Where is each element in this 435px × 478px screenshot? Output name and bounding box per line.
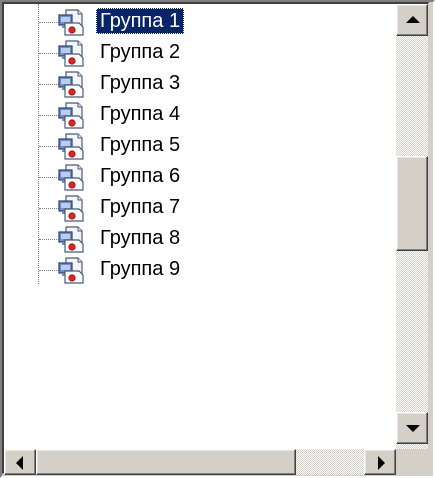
tree-item-label[interactable]: Группа 3 <box>96 70 184 96</box>
group-document-icon <box>57 224 85 254</box>
tree-item[interactable]: Группа 8 <box>4 224 396 254</box>
vertical-scroll-thumb[interactable] <box>396 156 428 252</box>
tree-branch-line <box>39 270 59 271</box>
tree-item-label[interactable]: Группа 4 <box>96 101 184 127</box>
tree-branch-line <box>39 146 59 147</box>
horizontal-scroll-thumb[interactable] <box>36 449 296 475</box>
scroll-up-button[interactable] <box>396 4 428 36</box>
vertical-scrollbar[interactable] <box>396 4 428 449</box>
scrollbar-corner <box>396 449 428 475</box>
tree-item-label[interactable]: Группа 9 <box>96 256 184 282</box>
group-document-icon <box>57 7 85 37</box>
arrow-up-icon <box>406 16 420 23</box>
tree-item[interactable]: Группа 9 <box>4 255 396 285</box>
group-document-icon <box>57 162 85 192</box>
tree-branch-line <box>39 53 59 54</box>
arrow-left-icon <box>16 456 23 470</box>
tree-branch-line <box>39 115 59 116</box>
tree-item-label[interactable]: Группа 5 <box>96 132 184 158</box>
tree-branch-line <box>39 84 59 85</box>
scroll-left-button[interactable] <box>4 449 36 475</box>
tree-branch-line <box>39 22 59 23</box>
group-document-icon <box>57 100 85 130</box>
tree-branch-line <box>39 177 59 178</box>
group-document-icon <box>57 255 85 285</box>
scroll-down-button[interactable] <box>396 412 428 444</box>
tree-item[interactable]: Группа 4 <box>4 100 396 130</box>
tree-item[interactable]: Группа 7 <box>4 193 396 223</box>
tree-item[interactable]: Группа 2 <box>4 38 396 68</box>
group-document-icon <box>57 193 85 223</box>
tree-item[interactable]: Группа 5 <box>4 131 396 161</box>
tree-item[interactable]: Группа 3 <box>4 69 396 99</box>
tree-item[interactable]: Группа 1 <box>4 7 396 37</box>
scroll-right-button[interactable] <box>364 449 396 475</box>
group-document-icon <box>57 38 85 68</box>
tree-item[interactable]: Группа 6 <box>4 162 396 192</box>
group-document-icon <box>57 131 85 161</box>
tree-item-label[interactable]: Группа 2 <box>96 39 184 65</box>
group-document-icon <box>57 69 85 99</box>
tree-branch-line <box>39 208 59 209</box>
arrow-down-icon <box>406 425 420 432</box>
horizontal-scrollbar[interactable] <box>4 449 396 475</box>
arrow-right-icon <box>378 456 385 470</box>
tree-branch-line <box>39 239 59 240</box>
tree-item-label[interactable]: Группа 1 <box>96 8 185 34</box>
tree-item-label[interactable]: Группа 7 <box>96 194 184 220</box>
tree-view[interactable]: Группа 1 Группа 2 Группа 3 Группа 4 Груп… <box>4 4 396 449</box>
tree-item-label[interactable]: Группа 6 <box>96 163 184 189</box>
tree-item-label[interactable]: Группа 8 <box>96 225 184 251</box>
